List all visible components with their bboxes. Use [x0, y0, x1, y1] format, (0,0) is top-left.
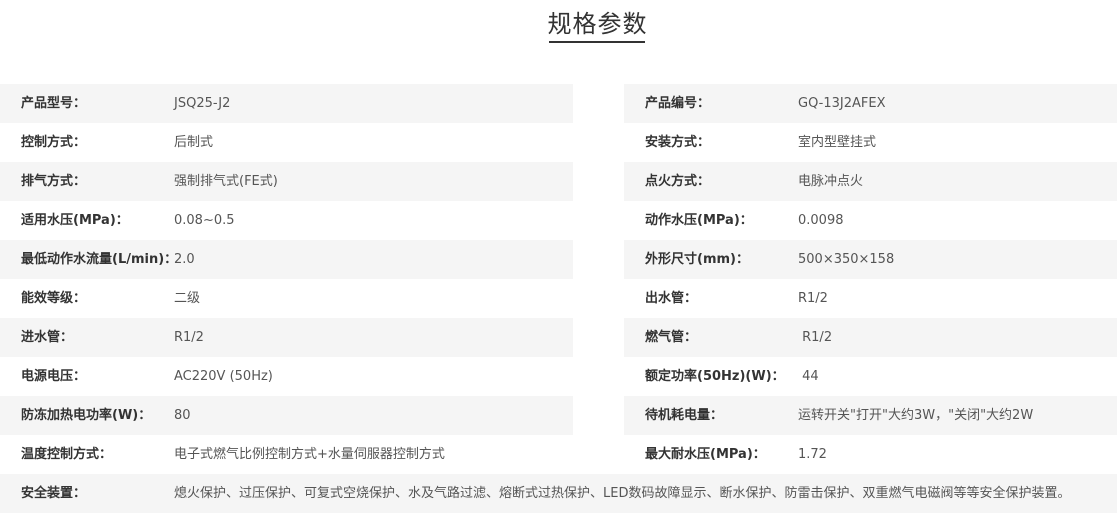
spec-row: 电源电压： AC220V (50Hz) 额定功率(50Hz)(W)： 44: [0, 357, 1117, 396]
spec-label: 待机耗电量：: [645, 408, 724, 423]
spec-row: 最低动作水流量(L/min)： 2.0 外形尺寸(mm)： 500×350×15…: [0, 240, 1117, 279]
spec-value: 二级: [174, 291, 201, 306]
spec-cell-left: 控制方式： 后制式: [0, 123, 573, 162]
spec-cell-left: 产品型号： JSQ25-J2: [0, 84, 573, 123]
spec-label: 能效等级：: [21, 291, 87, 306]
spec-label: 电源电压：: [21, 369, 87, 384]
page-title: 规格参数: [547, 10, 648, 38]
spec-label: 排气方式：: [21, 174, 87, 189]
spec-value: AC220V (50Hz): [174, 369, 273, 384]
spec-row: 控制方式： 后制式 安装方式： 室内型壁挂式: [0, 123, 1117, 162]
spec-cell-right: 燃气管： R1/2: [624, 318, 1117, 357]
spec-cell-right: 点火方式： 电脉冲点火: [624, 162, 1117, 201]
spec-cell-right: 出水管： R1/2: [624, 279, 1117, 318]
spec-row: 防冻加热电功率(W)： 80 待机耗电量： 运转开关"打开"大约3W，"关闭"大…: [0, 396, 1117, 435]
spec-label: 产品型号：: [21, 96, 87, 111]
spec-label: 防冻加热电功率(W)：: [21, 408, 152, 423]
spec-label: 产品编号：: [645, 96, 711, 111]
spec-label: 动作水压(MPa)：: [645, 213, 753, 228]
spec-cell-right: 安装方式： 室内型壁挂式: [624, 123, 1117, 162]
spec-row: 能效等级： 二级 出水管： R1/2: [0, 279, 1117, 318]
spec-cell-left: 电源电压： AC220V (50Hz): [0, 357, 573, 396]
spec-value: 电脉冲点火: [798, 174, 864, 189]
spec-label: 最大耐水压(MPa)：: [645, 447, 766, 462]
spec-value: 80: [174, 408, 191, 423]
spec-label: 最低动作水流量(L/min)：: [21, 252, 178, 267]
spec-value: 室内型壁挂式: [798, 135, 877, 150]
spec-value: 44: [798, 369, 819, 384]
spec-value: GQ-13J2AFEX: [798, 96, 886, 111]
spec-page: 规格参数 产品型号： JSQ25-J2 产品编号： GQ-13J2AFEX 控制…: [0, 0, 1117, 520]
spec-label: 出水管：: [645, 291, 698, 306]
spec-value: 0.0098: [798, 213, 844, 228]
spec-row: 排气方式： 强制排气式(FE式) 点火方式： 电脉冲点火: [0, 162, 1117, 201]
spec-value: 运转开关"打开"大约3W，"关闭"大约2W: [798, 408, 1034, 423]
spec-row: 温度控制方式： 电子式燃气比例控制方式+水量伺服器控制方式 最大耐水压(MPa)…: [0, 435, 1117, 474]
spec-label: 额定功率(50Hz)(W)：: [645, 369, 785, 384]
spec-label: 适用水压(MPa)：: [21, 213, 129, 228]
spec-label: 控制方式：: [21, 135, 87, 150]
spec-cell-right: 动作水压(MPa)： 0.0098: [624, 201, 1117, 240]
spec-row-full: 安全装置： 熄火保护、过压保护、可复式空烧保护、水及气路过滤、熔断式过热保护、L…: [0, 474, 1117, 513]
spec-label: 安装方式：: [645, 135, 711, 150]
spec-label: 点火方式：: [645, 174, 711, 189]
spec-value: 强制排气式(FE式): [174, 174, 278, 189]
spec-label: 进水管：: [21, 330, 74, 345]
spec-value: 0.08~0.5: [174, 213, 235, 228]
spec-value: JSQ25-J2: [174, 96, 231, 111]
title-underline: [549, 41, 645, 43]
spec-value: 500×350×158: [798, 252, 895, 267]
spec-cell-left: 防冻加热电功率(W)： 80: [0, 396, 573, 435]
spec-cell-left: 温度控制方式： 电子式燃气比例控制方式+水量伺服器控制方式: [0, 435, 573, 474]
spec-value: 熄火保护、过压保护、可复式空烧保护、水及气路过滤、熔断式过热保护、LED数码故障…: [174, 486, 1071, 501]
spec-row: 产品型号： JSQ25-J2 产品编号： GQ-13J2AFEX: [0, 84, 1117, 123]
spec-label: 外形尺寸(mm)：: [645, 252, 749, 267]
spec-table: 产品型号： JSQ25-J2 产品编号： GQ-13J2AFEX 控制方式： 后…: [0, 84, 1117, 513]
spec-label: 安全装置：: [21, 486, 87, 501]
spec-row: 适用水压(MPa)： 0.08~0.5 动作水压(MPa)： 0.0098: [0, 201, 1117, 240]
spec-cell-full: 安全装置： 熄火保护、过压保护、可复式空烧保护、水及气路过滤、熔断式过热保护、L…: [0, 474, 1117, 513]
spec-cell-right: 最大耐水压(MPa)： 1.72: [624, 435, 1117, 474]
spec-cell-right: 额定功率(50Hz)(W)： 44: [624, 357, 1117, 396]
spec-cell-right: 待机耗电量： 运转开关"打开"大约3W，"关闭"大约2W: [624, 396, 1117, 435]
spec-cell-left: 进水管： R1/2: [0, 318, 573, 357]
spec-label: 燃气管：: [645, 330, 698, 345]
spec-cell-left: 能效等级： 二级: [0, 279, 573, 318]
spec-cell-left: 适用水压(MPa)： 0.08~0.5: [0, 201, 573, 240]
spec-value: R1/2: [174, 330, 204, 345]
spec-value: 电子式燃气比例控制方式+水量伺服器控制方式: [174, 447, 445, 462]
spec-value: R1/2: [798, 291, 828, 306]
spec-cell-right: 外形尺寸(mm)： 500×350×158: [624, 240, 1117, 279]
spec-value: 后制式: [174, 135, 214, 150]
spec-cell-left: 最低动作水流量(L/min)： 2.0: [0, 240, 573, 279]
spec-value: 2.0: [174, 252, 195, 267]
spec-row: 进水管： R1/2 燃气管： R1/2: [0, 318, 1117, 357]
spec-cell-right: 产品编号： GQ-13J2AFEX: [624, 84, 1117, 123]
spec-value: 1.72: [798, 447, 827, 462]
spec-cell-left: 排气方式： 强制排气式(FE式): [0, 162, 573, 201]
spec-value: R1/2: [798, 330, 833, 345]
spec-label: 温度控制方式：: [21, 447, 113, 462]
